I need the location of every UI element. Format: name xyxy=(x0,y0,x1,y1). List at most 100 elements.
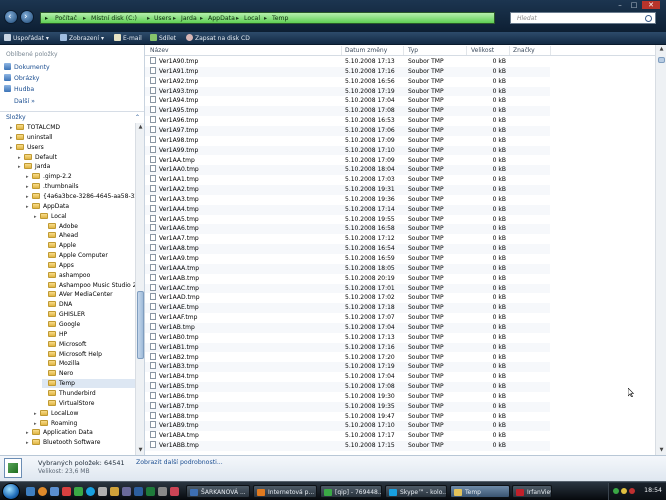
file-row[interactable]: Ver1AA2.tmp 5.10.2008 19:31 Soubor TMP 0 kB xyxy=(145,185,550,195)
tray-volume-icon[interactable] xyxy=(621,488,627,494)
column-divider[interactable] xyxy=(509,46,510,55)
taskbar-button[interactable]: ŠARKANOVÁ ... xyxy=(186,485,250,498)
file-row[interactable]: Ver1AB2.tmp 5.10.2008 17:20 Soubor TMP 0 kB xyxy=(145,352,550,363)
scroll-down-icon[interactable]: ▼ xyxy=(137,447,144,454)
maximize-button[interactable]: □ xyxy=(628,1,640,9)
email-button[interactable]: E-mail xyxy=(114,34,142,43)
file-row[interactable]: Ver1AAB.tmp 5.10.2008 20:19 Soubor TMP 0 kB xyxy=(145,273,550,284)
file-row[interactable]: Ver1AA5.tmp 5.10.2008 19:55 Soubor TMP 0 kB xyxy=(145,214,550,225)
quicklaunch-media-icon[interactable] xyxy=(122,487,131,496)
tree-folder-item[interactable]: Google xyxy=(42,320,135,329)
search-input[interactable]: Hledat xyxy=(510,12,656,24)
tree-folder-item[interactable]: Nero xyxy=(42,369,135,378)
tree-folder-item[interactable]: ▸ Bluetooth Software xyxy=(26,438,135,447)
column-date[interactable]: Datum změny xyxy=(345,47,387,54)
quicklaunch-ie-icon[interactable] xyxy=(50,487,59,496)
tree-folder-item[interactable]: Microsoft xyxy=(42,340,135,349)
file-row[interactable]: Ver1A96.tmp 5.10.2008 16:53 Soubor TMP 0 kB xyxy=(145,116,550,126)
tree-folder-item[interactable]: VirtualStore xyxy=(42,399,135,408)
quicklaunch-app-icon[interactable] xyxy=(98,487,107,496)
tree-folder-item[interactable]: GHISLER xyxy=(42,310,135,319)
file-row[interactable]: Ver1AB4.tmp 5.10.2008 17:04 Soubor TMP 0 kB xyxy=(145,372,550,382)
quicklaunch-word-icon[interactable] xyxy=(134,487,143,496)
breadcrumb-0[interactable]: Počítač xyxy=(55,13,77,24)
tree-folder-item[interactable]: Temp xyxy=(42,379,135,389)
breadcrumb-4[interactable]: AppData xyxy=(208,13,235,24)
file-row[interactable]: Ver1AB1.tmp 5.10.2008 17:16 Soubor TMP 0 kB xyxy=(145,342,550,353)
favorite-pictures[interactable]: Obrázky xyxy=(4,74,39,84)
tree-folder-item[interactable]: ▸ .gimp-2.2 xyxy=(26,172,135,181)
file-row[interactable]: Ver1AA3.tmp 5.10.2008 19:36 Soubor TMP 0 kB xyxy=(145,194,550,205)
breadcrumb-1[interactable]: Místní disk (C:) xyxy=(91,13,137,24)
scroll-down-icon[interactable]: ▼ xyxy=(658,447,665,454)
file-list-scrollbar[interactable]: ▲ ▼ xyxy=(655,45,666,455)
quicklaunch-excel-icon[interactable] xyxy=(146,487,155,496)
quicklaunch-qip-icon[interactable] xyxy=(74,487,83,496)
favorites-more-link[interactable]: Další » xyxy=(14,97,35,107)
file-row[interactable]: Ver1AB6.tmp 5.10.2008 19:30 Soubor TMP 0 kB xyxy=(145,391,550,402)
tree-folder-item[interactable]: ▸ TOTALCMD xyxy=(10,123,135,132)
file-row[interactable]: Ver1A92.tmp 5.10.2008 16:56 Soubor TMP 0 kB xyxy=(145,76,550,87)
tree-folder-item[interactable]: Ashampoo Music Studio 200 xyxy=(42,281,135,290)
tree-folder-item[interactable]: Mozilla xyxy=(42,359,135,368)
tree-folder-item[interactable]: ▸ Local xyxy=(34,212,135,221)
file-row[interactable]: Ver1A90.tmp 5.10.2008 17:13 Soubor TMP 0 kB xyxy=(145,57,550,67)
breadcrumb-6[interactable]: Temp xyxy=(272,13,289,24)
breadcrumb-3[interactable]: Jarda xyxy=(181,13,197,24)
file-row[interactable]: Ver1AB8.tmp 5.10.2008 19:47 Soubor TMP 0 kB xyxy=(145,411,550,422)
file-row[interactable]: Ver1AB0.tmp 5.10.2008 17:13 Soubor TMP 0 kB xyxy=(145,332,550,343)
quicklaunch-opera-icon[interactable] xyxy=(62,487,71,496)
tree-folder-item[interactable]: Apple xyxy=(42,241,135,250)
file-row[interactable]: Ver1AAC.tmp 5.10.2008 17:01 Soubor TMP 0 kB xyxy=(145,283,550,294)
tree-folder-item[interactable]: ▸ Roaming xyxy=(34,419,135,428)
file-row[interactable]: Ver1A97.tmp 5.10.2008 17:06 Soubor TMP 0 kB xyxy=(145,125,550,136)
file-row[interactable]: Ver1AB3.tmp 5.10.2008 17:19 Soubor TMP 0 kB xyxy=(145,362,550,373)
file-row[interactable]: Ver1ABB.tmp 5.10.2008 17:15 Soubor TMP 0 kB xyxy=(145,441,550,451)
organize-button[interactable]: Uspořádat ▾ xyxy=(4,34,49,43)
column-divider[interactable] xyxy=(550,46,551,55)
file-row[interactable]: Ver1A94.tmp 5.10.2008 17:04 Soubor TMP 0 kB xyxy=(145,96,550,106)
file-row[interactable]: Ver1ABA.tmp 5.10.2008 17:17 Soubor TMP 0 kB xyxy=(145,431,550,441)
back-button[interactable]: ‹ xyxy=(4,10,18,24)
file-row[interactable]: Ver1AAF.tmp 5.10.2008 17:07 Soubor TMP 0 kB xyxy=(145,313,550,323)
taskbar-button[interactable]: IrfanView xyxy=(512,485,552,498)
column-divider[interactable] xyxy=(466,46,467,55)
tree-folder-item[interactable]: DNA xyxy=(42,300,135,309)
file-row[interactable]: Ver1AA7.tmp 5.10.2008 17:12 Soubor TMP 0 kB xyxy=(145,234,550,244)
file-row[interactable]: Ver1AB9.tmp 5.10.2008 17:10 Soubor TMP 0 kB xyxy=(145,421,550,432)
burn-button[interactable]: Zapsat na disk CD xyxy=(186,34,250,43)
column-tags[interactable]: Značky xyxy=(513,47,535,54)
clock[interactable]: 18:54 xyxy=(644,487,662,494)
tree-folder-item[interactable]: ashampoo xyxy=(42,271,135,280)
folder-tree-scrollbar[interactable]: ▲ ▼ xyxy=(135,123,144,455)
tree-folder-item[interactable]: ▸ .thumbnails xyxy=(26,182,135,191)
breadcrumb-5[interactable]: Local xyxy=(244,13,260,24)
file-row[interactable]: Ver1AAE.tmp 5.10.2008 17:18 Soubor TMP 0 kB xyxy=(145,303,550,314)
forward-button[interactable]: › xyxy=(20,10,34,24)
views-button[interactable]: Zobrazení ▾ xyxy=(60,34,104,43)
file-row[interactable]: Ver1AAD.tmp 5.10.2008 17:02 Soubor TMP 0 kB xyxy=(145,293,550,303)
tree-folder-item[interactable]: Microsoft Help xyxy=(42,350,135,359)
scroll-up-icon[interactable]: ▲ xyxy=(658,46,665,53)
file-row[interactable]: Ver1AA0.tmp 5.10.2008 18:04 Soubor TMP 0 kB xyxy=(145,165,550,176)
file-row[interactable]: Ver1A91.tmp 5.10.2008 17:16 Soubor TMP 0 kB xyxy=(145,66,550,77)
quicklaunch-desktop-icon[interactable] xyxy=(26,487,35,496)
tree-folder-item[interactable]: ▸ uninstall xyxy=(10,133,135,142)
file-row[interactable]: Ver1AA6.tmp 5.10.2008 16:58 Soubor TMP 0 kB xyxy=(145,224,550,235)
tree-folder-item[interactable]: Thunderbird xyxy=(42,389,135,398)
file-row[interactable]: Ver1A95.tmp 5.10.2008 17:08 Soubor TMP 0 kB xyxy=(145,106,550,117)
taskbar-button[interactable]: [qip] - 769448... xyxy=(320,485,382,498)
breadcrumb-2[interactable]: Users xyxy=(154,13,171,24)
file-row[interactable]: Ver1AA1.tmp 5.10.2008 17:03 Soubor TMP 0 kB xyxy=(145,175,550,185)
column-size[interactable]: Velikost xyxy=(471,47,494,54)
file-row[interactable]: Ver1AA8.tmp 5.10.2008 16:54 Soubor TMP 0 kB xyxy=(145,244,550,254)
quicklaunch-folder-icon[interactable] xyxy=(110,487,119,496)
close-button[interactable]: ✕ xyxy=(642,1,660,9)
tree-folder-item[interactable]: ▸ Users xyxy=(10,143,135,152)
tree-folder-item[interactable]: HP xyxy=(42,330,135,339)
favorite-documents[interactable]: Dokumenty xyxy=(4,63,50,73)
quicklaunch-settings-icon[interactable] xyxy=(158,487,167,496)
scroll-up-icon[interactable]: ▲ xyxy=(137,124,144,131)
column-divider[interactable] xyxy=(403,46,404,55)
taskbar-button[interactable]: Internetová p... xyxy=(253,485,317,498)
